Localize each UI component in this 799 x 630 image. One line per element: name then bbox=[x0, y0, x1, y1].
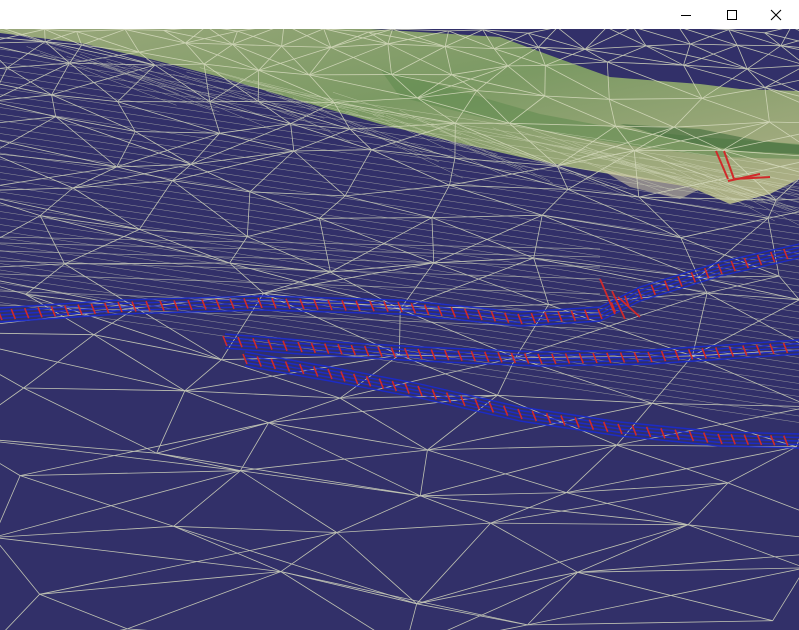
close-icon bbox=[770, 9, 782, 20]
maximize-button[interactable] bbox=[709, 0, 755, 29]
minimize-icon bbox=[681, 14, 691, 16]
minimize-button[interactable] bbox=[663, 0, 709, 29]
title-bar[interactable] bbox=[0, 0, 799, 29]
3d-viewport[interactable] bbox=[0, 29, 799, 630]
terrain-mesh-canvas[interactable] bbox=[0, 29, 799, 630]
maximize-icon bbox=[727, 9, 737, 20]
close-button[interactable] bbox=[753, 0, 799, 29]
app-window bbox=[0, 0, 799, 630]
